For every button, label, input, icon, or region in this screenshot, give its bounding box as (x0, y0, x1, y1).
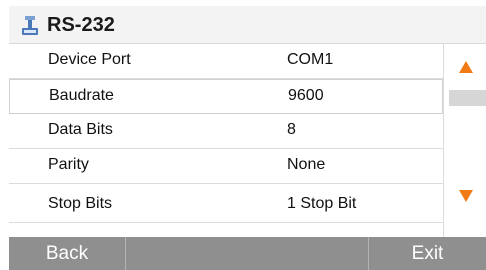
setting-label: Stop Bits (48, 195, 113, 212)
setting-label: Device Port (48, 51, 131, 68)
setting-label: Data Bits (48, 121, 113, 138)
bottom-button-bar: Back Exit (9, 237, 486, 270)
page-title: RS-232 (47, 14, 115, 36)
arrow-down-icon[interactable] (459, 190, 473, 202)
setting-value: None (287, 156, 326, 173)
setting-value: COM1 (287, 51, 334, 68)
setting-value: 1 Stop Bit (287, 195, 357, 212)
exit-button[interactable]: Exit (368, 237, 486, 270)
setting-label: Parity (48, 156, 89, 173)
setting-row-parity[interactable]: Parity None (9, 149, 443, 184)
title-bar: RS-232 (9, 6, 486, 44)
back-button[interactable]: Back (9, 237, 126, 270)
scrollbar[interactable] (443, 44, 486, 237)
serial-port-icon (22, 16, 38, 35)
scroll-thumb[interactable] (449, 90, 486, 106)
setting-row-baudrate[interactable]: Baudrate 9600 (9, 79, 443, 114)
setting-row-data-bits[interactable]: Data Bits 8 (9, 114, 443, 149)
arrow-up-icon[interactable] (459, 61, 473, 73)
setting-row-device-port[interactable]: Device Port COM1 (9, 44, 443, 79)
setting-value: 9600 (288, 87, 324, 104)
setting-label: Baudrate (49, 87, 114, 104)
setting-row-stop-bits[interactable]: Stop Bits 1 Stop Bit (9, 188, 443, 223)
setting-value: 8 (287, 121, 296, 138)
